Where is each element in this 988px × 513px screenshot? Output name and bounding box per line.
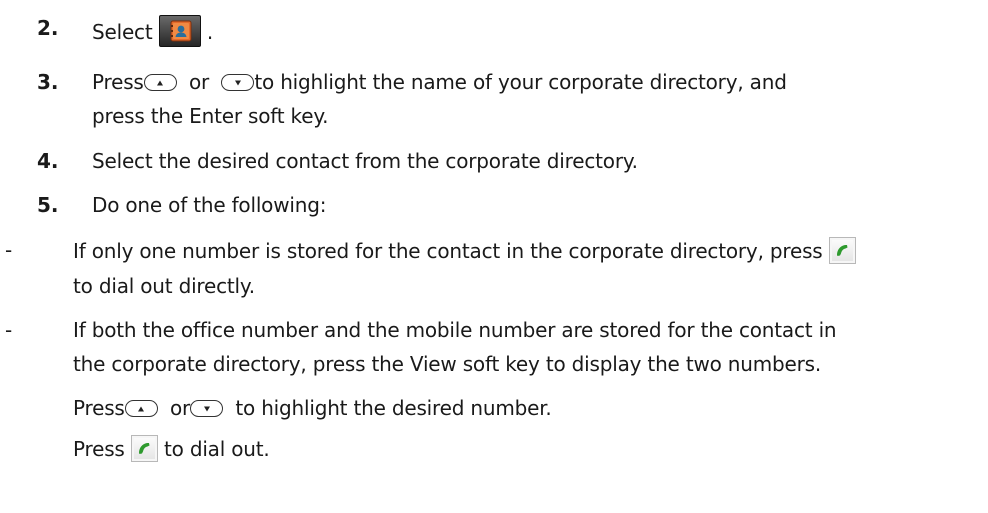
call-handset-icon — [828, 237, 856, 264]
bullet-1-line-2: to dial out directly. — [73, 274, 255, 298]
bullet-dash: - — [5, 238, 13, 262]
bullet-dash: - — [5, 318, 13, 342]
step-number: 3. — [37, 70, 59, 94]
down-arrow-key-icon — [221, 74, 255, 91]
sub-line-1: Press or to highlight the desired number… — [73, 395, 552, 421]
up-arrow-key-icon — [143, 74, 177, 91]
step-text: Select — [92, 20, 153, 44]
step-number: 2. — [37, 16, 59, 40]
step-text: or — [188, 70, 210, 94]
step-text: . — [206, 20, 214, 44]
step-text: to highlight the name of your corporate … — [254, 70, 787, 94]
step-5-line: Do one of the following: — [92, 193, 327, 217]
call-handset-icon — [130, 435, 158, 462]
step-3-line-1: Press or to highlight the name of your c… — [92, 69, 787, 95]
up-arrow-key-icon — [124, 400, 158, 417]
sub-text: or — [169, 396, 191, 420]
bullet-1-line-1: If only one number is stored for the con… — [73, 237, 856, 264]
bullet-2-line-2: the corporate directory, press the View … — [73, 352, 822, 376]
sub-text: Press — [73, 396, 125, 420]
step-2-line: Select . — [92, 15, 213, 47]
sub-text: to highlight the desired number. — [235, 396, 552, 420]
bullet-text: If only one number is stored for the con… — [73, 239, 823, 263]
step-4-line: Select the desired contact from the corp… — [92, 149, 638, 173]
step-number: 5. — [37, 193, 59, 217]
bullet-2-line-1: If both the office number and the mobile… — [73, 318, 837, 342]
directory-icon — [158, 15, 201, 47]
down-arrow-key-icon — [190, 400, 224, 417]
sub-text: to dial out. — [163, 437, 270, 461]
step-3-line-2: press the Enter soft key. — [92, 104, 329, 128]
sub-line-2: Press to dial out. — [73, 435, 270, 462]
step-number: 4. — [37, 149, 59, 173]
sub-text: Press — [73, 437, 125, 461]
step-text: Press — [92, 70, 144, 94]
